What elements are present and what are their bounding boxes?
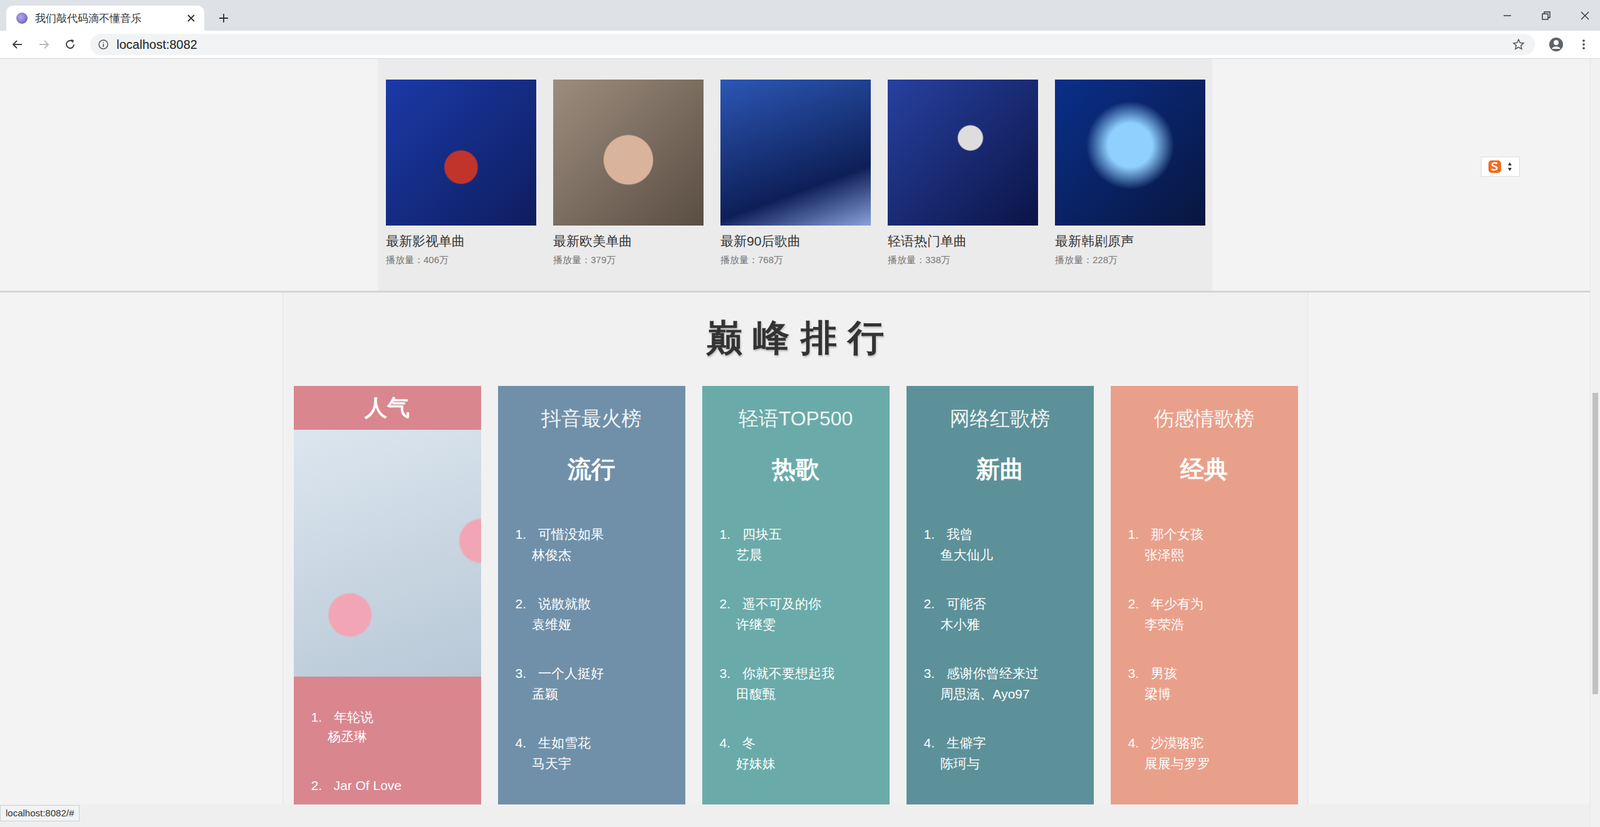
playlist-card[interactable]: 最新韩剧原声播放量：228万 (1054, 79, 1206, 291)
playlist-title[interactable]: 最新90后歌曲 (720, 233, 871, 250)
scrollbar-thumb[interactable] (1592, 392, 1599, 695)
chart-column[interactable]: 轻语TOP500 热歌 1.四块五艺晨 2.遥不可及的你许继雯 3.你就不要想起我田馥甄… (702, 385, 890, 805)
chart-category: 经典 (1110, 455, 1299, 484)
ime-arrows-icon (1506, 160, 1513, 173)
playlist-title[interactable]: 最新韩剧原声 (1054, 233, 1206, 250)
forward-icon[interactable] (37, 38, 51, 51)
chart-name: 网络红歌榜 (906, 404, 1094, 433)
section-title: 巅峰排行 (293, 317, 1297, 358)
playlist-title[interactable]: 最新欧美单曲 (553, 233, 704, 250)
playlist-card[interactable]: 最新欧美单曲播放量：379万 (553, 79, 704, 291)
page: 最新影视单曲播放量：406万最新欧美单曲播放量：379万最新90后歌曲播放量：7… (0, 58, 1590, 805)
profile-icon[interactable] (1548, 36, 1564, 52)
play-count: 播放量：768万 (720, 254, 871, 266)
url-text: localhost:8082 (116, 37, 198, 52)
song-item[interactable]: 4.沙漠骆驼展展与罗罗 (1128, 732, 1299, 774)
chart-category: 热歌 (702, 455, 890, 484)
song-item[interactable]: 4.生如雪花马天宇 (515, 732, 686, 774)
play-count: 播放量：379万 (553, 254, 704, 266)
song-item[interactable]: 4.冬好妹妹 (719, 732, 890, 774)
chart-category: 流行 (498, 455, 686, 484)
chart-column[interactable]: 人气 1.年轮说杨丞琳 2.Jar Of Love (293, 385, 482, 805)
playlist-title[interactable]: 轻语热门单曲 (887, 233, 1039, 250)
browser-window: 我们敲代码滴不懂音乐localhost:8082最新影视单曲播放量：406万最新… (0, 0, 1600, 827)
close-tab-icon[interactable] (186, 13, 196, 23)
song-item[interactable]: 2.可能否木小雅 (924, 593, 1094, 635)
song-item[interactable]: 3.男孩梁博 (1128, 662, 1299, 705)
ime-logo-icon (1487, 159, 1505, 174)
playlist-cover[interactable] (1054, 79, 1206, 226)
chart-name: 抖音最火榜 (498, 404, 686, 433)
song-item[interactable]: 3.一个人挺好孟颖 (515, 662, 686, 705)
restore-icon[interactable] (1541, 10, 1552, 21)
song-item[interactable]: 2.说散就散袁维娅 (515, 593, 686, 635)
playlist-card[interactable]: 最新影视单曲播放量：406万 (385, 79, 537, 291)
chart-cover (293, 429, 482, 677)
playlist-cover[interactable] (720, 79, 871, 226)
info-icon[interactable] (97, 38, 110, 51)
playlist-card[interactable]: 轻语热门单曲播放量：338万 (887, 79, 1039, 291)
song-item[interactable]: 2.Jar Of Love (311, 775, 482, 795)
song-item[interactable]: 4.生僻字陈珂与 (924, 732, 1094, 774)
new-tab-icon[interactable] (218, 12, 230, 24)
address-bar[interactable]: localhost:8082 (90, 33, 1535, 56)
song-item[interactable]: 3.你就不要想起我田馥甄 (719, 662, 890, 705)
chart-name: 轻语TOP500 (702, 404, 890, 433)
browser-tab[interactable]: 我们敲代码滴不懂音乐 (6, 5, 205, 31)
song-item[interactable]: 1.年轮说杨丞琳 (311, 707, 482, 747)
ime-widget[interactable] (1480, 156, 1520, 177)
playlist-title[interactable]: 最新影视单曲 (385, 233, 537, 250)
chart-label: 人气 (293, 385, 482, 430)
ranking-section: 巅峰排行人气 1.年轮说杨丞琳 2.Jar Of Love 抖音最火榜流行 1.可惜没如… (282, 292, 1309, 805)
window-controls (1502, 10, 1600, 21)
tab-title: 我们敲代码滴不懂音乐 (35, 11, 180, 26)
song-item[interactable]: 1.四块五艺晨 (719, 523, 890, 566)
chart-column[interactable]: 抖音最火榜流行 1.可惜没如果林俊杰 2.说散就散袁维娅 3.一个人挺好孟颖 4.生如雪… (498, 385, 686, 805)
playlist-cover[interactable] (385, 79, 537, 226)
song-item[interactable]: 2.遥不可及的你许继雯 (719, 593, 890, 635)
menu-icon[interactable] (1577, 38, 1590, 51)
playlist-card[interactable]: 最新90后歌曲播放量：768万 (720, 79, 871, 291)
chart-column[interactable]: 伤感情歌榜经典 1.那个女孩张泽熙 2.年少有为李荣浩 3.男孩梁博 4.沙漠骆驼展展与… (1110, 385, 1299, 805)
song-item[interactable]: 2.年少有为李荣浩 (1128, 593, 1299, 635)
play-count: 播放量：338万 (887, 254, 1039, 266)
tab-strip: 我们敲代码滴不懂音乐 (0, 0, 1600, 31)
play-count: 播放量：228万 (1054, 254, 1206, 266)
song-item[interactable]: 1.那个女孩张泽熙 (1128, 523, 1299, 566)
close-window-icon[interactable] (1579, 10, 1590, 21)
chart-category: 新曲 (906, 455, 1094, 484)
playlist-cover[interactable] (887, 79, 1039, 226)
back-icon[interactable] (11, 38, 24, 51)
star-icon[interactable] (1512, 38, 1525, 51)
song-item[interactable]: 3.感谢你曾经来过周思涵、Ayo97 (924, 662, 1094, 705)
playlist-cover[interactable] (553, 79, 704, 226)
song-item[interactable]: 1.可惜没如果林俊杰 (515, 523, 686, 566)
status-bubble: localhost:8082/# (0, 805, 80, 822)
minimize-icon[interactable] (1502, 10, 1513, 21)
chart-name: 伤感情歌榜 (1110, 404, 1299, 433)
reload-icon[interactable] (63, 38, 77, 51)
favicon-icon (16, 12, 28, 24)
chart-column[interactable]: 网络红歌榜新曲 1.我曾鱼大仙儿 2.可能否木小雅 3.感谢你曾经来过周思涵、Ayo9… (906, 385, 1094, 805)
song-item[interactable]: 1.我曾鱼大仙儿 (924, 523, 1094, 566)
play-count: 播放量：406万 (385, 254, 537, 266)
scrollbar[interactable] (1589, 58, 1600, 827)
toolbar: localhost:8082 (0, 30, 1600, 59)
playlist-panel: 最新影视单曲播放量：406万最新欧美单曲播放量：379万最新90后歌曲播放量：7… (377, 58, 1213, 291)
